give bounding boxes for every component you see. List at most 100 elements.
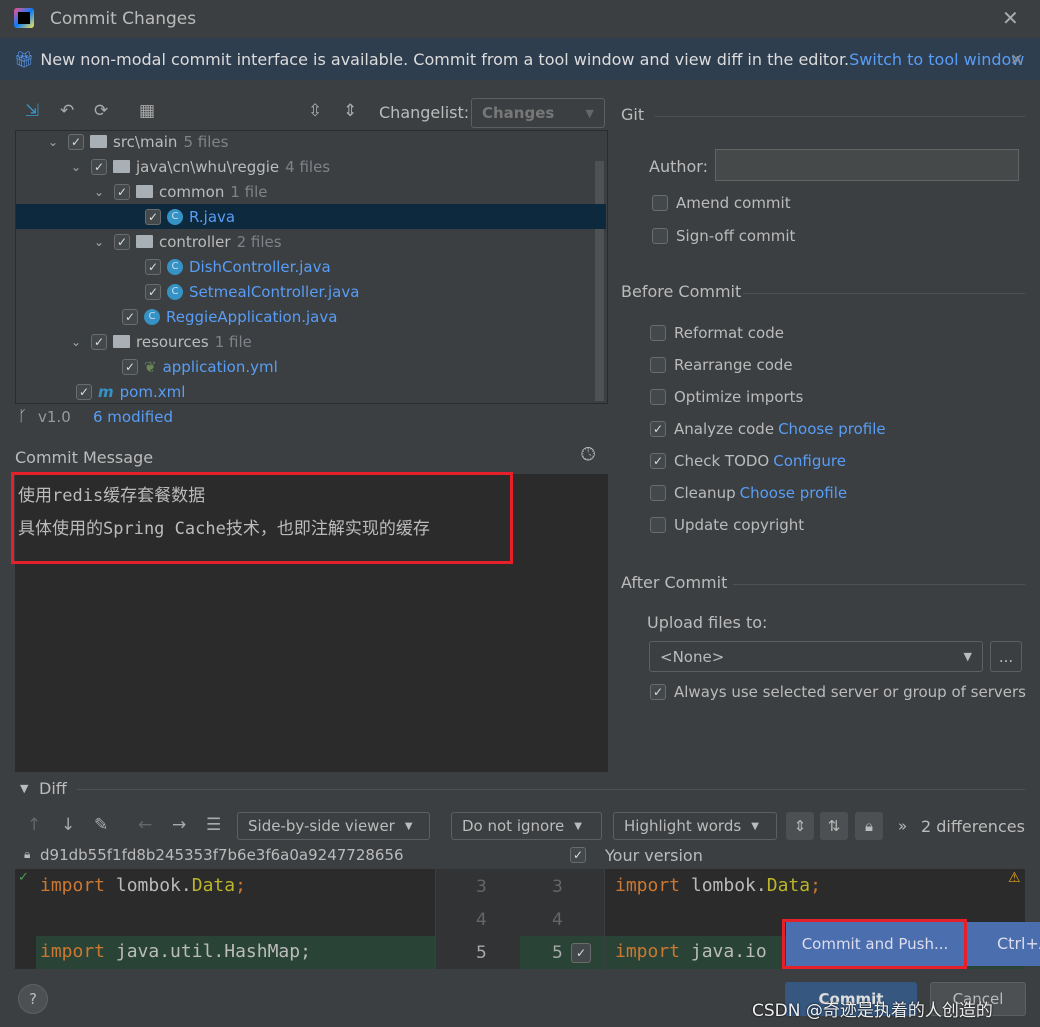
tree-item-label: SetmealController.java — [189, 282, 360, 301]
tree-checkbox[interactable]: ✓ — [145, 208, 161, 225]
file-count: 2 files — [236, 232, 282, 251]
option-checkbox[interactable]: ✓ — [650, 421, 666, 437]
before-commit-option[interactable]: Update copyright — [650, 516, 804, 534]
tree-checkbox[interactable]: ✓ — [145, 258, 161, 275]
chevron-down-icon[interactable]: ⌄ — [71, 335, 85, 349]
more-icon[interactable]: » — [898, 817, 907, 835]
always-use-server-checkbox[interactable]: ✓ Always use selected server or group of … — [650, 683, 1026, 701]
tree-checkbox[interactable]: ✓ — [122, 308, 138, 325]
watermark: CSDN @奇迹是执着的人创造的 — [752, 1001, 993, 1021]
rollback-icon[interactable]: ↶ — [60, 101, 74, 121]
line-include-checkbox[interactable]: ✓ — [571, 943, 591, 963]
chevron-down-icon[interactable]: ⌄ — [94, 185, 108, 199]
tree-item[interactable]: ⌄ ✓ resources 1 file — [16, 329, 252, 354]
option-checkbox[interactable] — [650, 485, 666, 501]
forward-icon[interactable]: → — [172, 815, 186, 835]
collapse-unchanged-icon[interactable]: ⇕ — [786, 812, 814, 840]
prev-diff-icon[interactable]: ↑ — [27, 815, 41, 835]
sync-scroll-icon[interactable]: ⇅ — [820, 812, 848, 840]
chevron-down-icon[interactable]: ⌄ — [94, 235, 108, 249]
tree-item[interactable]: ✓ C ReggieApplication.java — [16, 304, 337, 329]
before-commit-option[interactable]: Optimize imports — [650, 388, 803, 406]
code-line: import lombok.Data; — [615, 875, 821, 896]
before-commit-option[interactable]: Rearrange code — [650, 356, 793, 374]
tree-checkbox[interactable]: ✓ — [114, 233, 130, 250]
tree-item-label: R.java — [189, 207, 236, 226]
chevron-down-icon: ▼ — [751, 820, 759, 832]
changelist-dropdown[interactable]: Changes ▼ — [471, 98, 605, 128]
always-label: Always use selected server or group of s… — [674, 683, 1026, 701]
tree-checkbox[interactable]: ✓ — [91, 158, 107, 175]
include-checkbox[interactable]: ✓ — [570, 847, 586, 863]
close-icon[interactable]: ✕ — [1002, 6, 1019, 30]
line-number: 4 — [552, 910, 563, 930]
tree-checkbox[interactable]: ✓ — [91, 333, 107, 350]
tree-item[interactable]: ✓ ❦ application.yml — [16, 354, 278, 379]
tree-item[interactable]: ⌄ ✓ java\cn\whu\reggie 4 files — [16, 154, 330, 179]
banner-close-icon[interactable]: ✕ — [1010, 50, 1023, 69]
before-commit-option[interactable]: Cleanup Choose profile — [650, 484, 847, 502]
branch-name: v1.0 — [38, 408, 71, 426]
diff-title: Diff — [39, 779, 67, 798]
before-commit-option[interactable]: ✓ Check TODO Configure — [650, 452, 846, 470]
option-checkbox[interactable]: ✓ — [650, 453, 666, 469]
list-icon[interactable]: ☰ — [206, 815, 221, 835]
group-by-icon[interactable]: ▦ — [139, 101, 155, 121]
tree-checkbox[interactable]: ✓ — [68, 133, 84, 150]
tree-item[interactable]: ⌄ ✓ src\main 5 files — [16, 129, 228, 154]
spring-config-icon: ❦ — [144, 357, 157, 376]
tree-item[interactable]: ✓ C R.java — [16, 204, 606, 229]
option-label: Check TODO — [674, 452, 770, 470]
option-checkbox[interactable] — [650, 389, 666, 405]
ignore-dropdown[interactable]: Do not ignore ▼ — [451, 812, 602, 840]
option-link[interactable]: Choose profile — [778, 420, 886, 438]
author-input[interactable] — [715, 149, 1019, 181]
browse-button[interactable]: ... — [990, 641, 1022, 672]
chevron-down-icon[interactable]: ⌄ — [71, 160, 85, 174]
diff-collapse-icon[interactable]: ▼ — [20, 782, 28, 795]
option-checkbox[interactable] — [650, 325, 666, 341]
expand-all-icon[interactable]: ⇳ — [308, 101, 322, 121]
modified-count-link[interactable]: 6 modified — [93, 408, 173, 426]
gift-icon: 🎁︎ — [14, 49, 35, 69]
viewer-value: Side-by-side viewer — [248, 817, 395, 835]
lock-icon[interactable]: 🔒︎ — [855, 812, 883, 840]
next-diff-icon[interactable]: ↓ — [61, 815, 75, 835]
viewer-dropdown[interactable]: Side-by-side viewer ▼ — [237, 812, 430, 840]
before-commit-option[interactable]: Reformat code — [650, 324, 784, 342]
line-number: 3 — [552, 877, 563, 897]
no-problems-icon: ✓ — [18, 870, 29, 885]
tree-checkbox[interactable]: ✓ — [114, 183, 130, 200]
tree-checkbox[interactable]: ✓ — [122, 358, 138, 375]
upload-server-dropdown[interactable]: <None> ▼ — [649, 641, 983, 672]
edit-icon[interactable]: ✎ — [94, 815, 108, 835]
tree-item[interactable]: ⌄ ✓ common 1 file — [16, 179, 268, 204]
collapse-all-icon[interactable]: ⇕ — [343, 101, 357, 121]
chevron-down-icon[interactable]: ⌄ — [48, 135, 62, 149]
expand-collapse-icon[interactable]: ⇲ — [25, 101, 39, 121]
tree-item[interactable]: ✓ C SetmealController.java — [16, 279, 359, 304]
highlight-value: Highlight words — [624, 817, 742, 835]
tree-scrollbar[interactable] — [595, 161, 604, 401]
option-link[interactable]: Configure — [773, 452, 846, 470]
amend-commit-checkbox[interactable]: Amend commit — [652, 194, 791, 212]
tree-item[interactable]: ⌄ ✓ controller 2 files — [16, 229, 282, 254]
switch-to-tool-window-link[interactable]: Switch to tool window — [849, 50, 1024, 69]
tree-item[interactable]: ✓ m pom.xml — [16, 379, 185, 404]
option-checkbox[interactable] — [650, 517, 666, 533]
code-line: import java.io — [615, 941, 767, 962]
option-label: Reformat code — [674, 324, 784, 342]
option-link[interactable]: Choose profile — [740, 484, 848, 502]
tree-checkbox[interactable]: ✓ — [145, 283, 161, 300]
signoff-commit-checkbox[interactable]: Sign-off commit — [652, 227, 795, 245]
before-commit-option[interactable]: ✓ Analyze code Choose profile — [650, 420, 886, 438]
tree-item[interactable]: ✓ C DishController.java — [16, 254, 331, 279]
highlight-dropdown[interactable]: Highlight words ▼ — [613, 812, 777, 840]
tree-item-label: application.yml — [162, 357, 278, 376]
option-checkbox[interactable] — [650, 357, 666, 373]
back-icon[interactable]: ← — [138, 815, 152, 835]
refresh-icon[interactable]: ⟳ — [94, 101, 108, 121]
help-button[interactable]: ? — [18, 984, 48, 1014]
tree-checkbox[interactable]: ✓ — [76, 383, 92, 400]
history-clock-icon[interactable]: 🕓︎ — [581, 444, 595, 465]
